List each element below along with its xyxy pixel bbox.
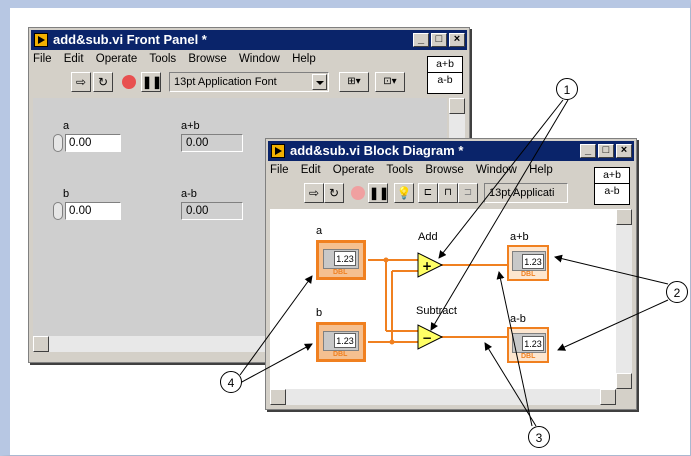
callout-1: 1: [556, 78, 578, 100]
callout-2: 2: [666, 281, 688, 303]
callout-4: 4: [220, 371, 242, 393]
callout-arrows: [239, 99, 669, 427]
callout-3: 3: [528, 426, 550, 448]
